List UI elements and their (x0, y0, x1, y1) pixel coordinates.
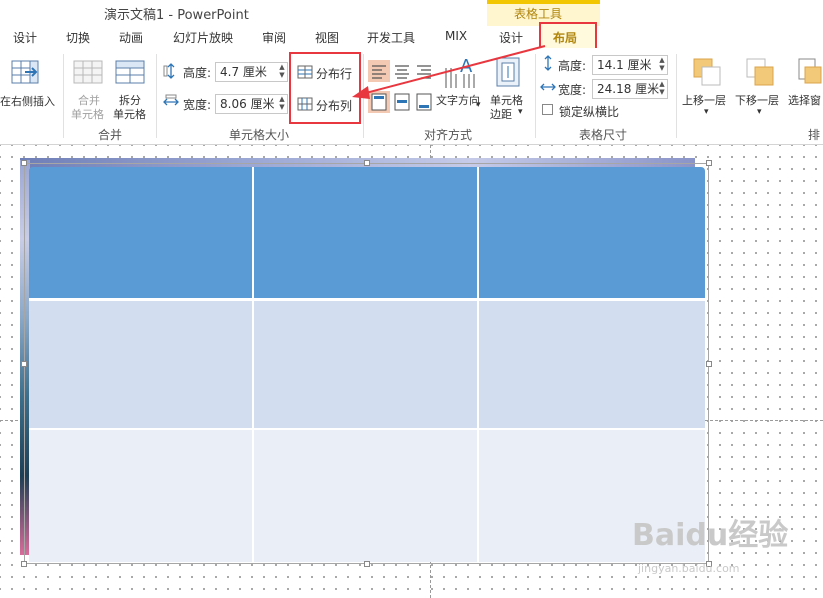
distribute-rows-icon[interactable] (297, 64, 313, 79)
split-cells-icon[interactable] (115, 58, 145, 86)
send-backward-icon[interactable] (745, 57, 775, 87)
resize-handle[interactable] (706, 361, 712, 367)
tab-review[interactable]: 审阅 (262, 29, 286, 46)
column-width-icon (163, 94, 179, 110)
tab-slideshow[interactable]: 幻灯片放映 (173, 29, 233, 46)
selection-pane-label[interactable]: 选择窗 (788, 92, 821, 108)
tab-view[interactable]: 视图 (315, 29, 339, 46)
bring-forward-icon[interactable] (692, 57, 722, 87)
distribute-columns-icon[interactable] (297, 96, 313, 111)
resize-handle[interactable] (21, 361, 27, 367)
group-label-table-size: 表格尺寸 (579, 128, 628, 142)
selection-pane-icon[interactable] (797, 57, 823, 87)
group-label-arrange: 排 (808, 128, 821, 142)
table-height-label: 高度: (558, 59, 587, 73)
tab-animations[interactable]: 动画 (119, 29, 143, 46)
resize-handle[interactable] (21, 160, 27, 166)
cell-width-spinner[interactable]: ▲ ▼ (277, 95, 287, 111)
lock-aspect-label[interactable]: 锁定纵横比 (559, 103, 619, 120)
resize-handle[interactable] (21, 561, 27, 567)
table-width-label: 宽度: (558, 83, 587, 97)
tab-design[interactable]: 设计 (13, 29, 37, 46)
watermark-url: jingyan.baidu.com (638, 562, 740, 575)
group-divider (676, 54, 677, 138)
cell-height-spinner[interactable]: ▲ ▼ (277, 63, 287, 79)
group-divider (63, 54, 64, 138)
resize-handle[interactable] (706, 160, 712, 166)
tab-transitions[interactable]: 切换 (66, 29, 90, 46)
split-cells-label-2[interactable]: 单元格 (113, 106, 146, 122)
row-height-icon (163, 63, 179, 79)
merge-cells-icon[interactable] (73, 58, 103, 86)
resize-handle[interactable] (364, 561, 370, 567)
group-divider (156, 54, 157, 138)
merge-cells-label-2[interactable]: 单元格 (71, 106, 104, 122)
insert-right-label[interactable]: 在右侧插入 (0, 93, 55, 109)
window-title: 演示文稿1 - PowerPoint (104, 8, 249, 23)
send-backward-label[interactable]: 下移一层 (735, 92, 779, 108)
resize-handle[interactable] (364, 160, 370, 166)
group-label-merge: 合并 (98, 128, 123, 142)
bring-forward-label[interactable]: 上移一层 (682, 92, 726, 108)
group-label-cell-size: 单元格大小 (229, 128, 290, 142)
watermark-logo: Baidu经验 (632, 518, 789, 553)
bring-forward-dropdown-icon[interactable]: ▾ (704, 107, 709, 117)
annotation-arrow (352, 45, 546, 99)
send-backward-dropdown-icon[interactable]: ▾ (757, 107, 762, 117)
group-label-alignment: 对齐方式 (424, 128, 473, 142)
context-tab-label: 表格工具 (514, 7, 563, 21)
table-width-spinner[interactable]: ▲ ▼ (657, 80, 667, 96)
cell-height-label: 高度: (183, 66, 212, 80)
table-height-spinner[interactable]: ▲ ▼ (657, 56, 667, 72)
cell-width-label: 宽度: (183, 98, 212, 112)
insert-right-icon[interactable] (11, 58, 41, 86)
table-selection-frame (24, 163, 709, 564)
